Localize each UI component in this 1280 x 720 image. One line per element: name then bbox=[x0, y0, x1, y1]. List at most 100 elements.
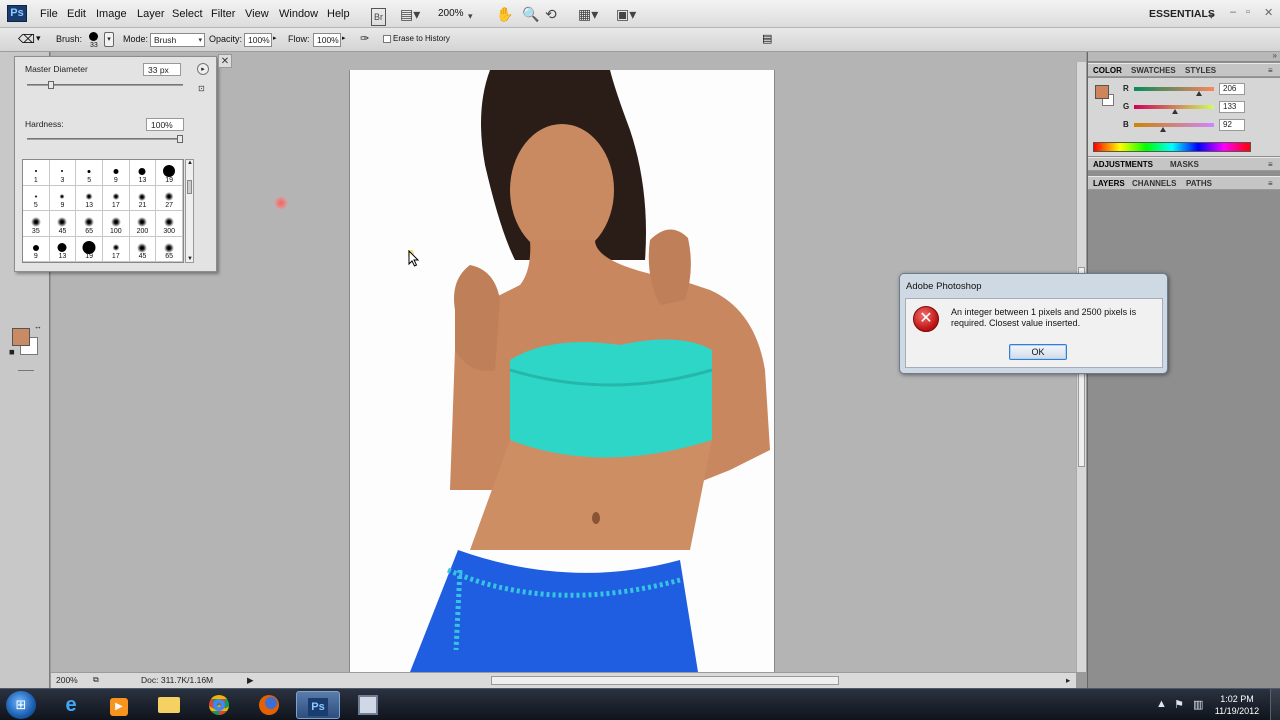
brush-preset-cell[interactable]: 13 bbox=[49, 236, 77, 262]
brush-preview-icon[interactable] bbox=[89, 32, 98, 41]
scroll-up-icon[interactable]: ▲ bbox=[187, 160, 193, 166]
menu-file[interactable]: File bbox=[40, 8, 58, 20]
close-icon[interactable]: ✕ bbox=[218, 54, 232, 68]
rotate-view-icon[interactable]: ⟲ bbox=[545, 6, 557, 22]
internet-explorer-icon[interactable]: e bbox=[49, 691, 93, 719]
color-panel-foreground-swatch[interactable] bbox=[1095, 85, 1109, 99]
brush-preset-cell[interactable]: 65 bbox=[156, 236, 183, 262]
brush-preset-cell[interactable]: 5 bbox=[76, 160, 103, 186]
view-extras-icon[interactable]: ▤▾ bbox=[400, 6, 420, 22]
default-colors-icon[interactable]: ◼ bbox=[9, 348, 15, 356]
panel-toggle-icon[interactable]: ▤ bbox=[762, 32, 772, 45]
network-icon[interactable]: ▥ bbox=[1193, 698, 1203, 711]
brush-preset-cell[interactable]: 17 bbox=[102, 185, 130, 211]
blue-input[interactable]: 92 bbox=[1219, 119, 1245, 131]
tab-layers[interactable]: LAYERS bbox=[1093, 179, 1125, 188]
movie-maker-icon[interactable] bbox=[346, 691, 390, 719]
file-explorer-icon[interactable] bbox=[147, 691, 191, 719]
flow-arrow-icon[interactable]: ▸ bbox=[342, 34, 346, 42]
zoom-level-dropdown[interactable]: 200% bbox=[438, 8, 464, 19]
tab-channels[interactable]: CHANNELS bbox=[1132, 179, 1176, 188]
color-spectrum-ramp[interactable] bbox=[1093, 142, 1251, 152]
tab-swatches[interactable]: SWATCHES bbox=[1131, 66, 1176, 75]
minimize-icon[interactable]: – bbox=[1230, 6, 1236, 18]
screen-mode-icon[interactable]: ▣▾ bbox=[616, 6, 636, 22]
horizontal-scroll-thumb[interactable] bbox=[491, 676, 839, 685]
menu-select[interactable]: Select bbox=[172, 8, 203, 20]
firefox-icon[interactable] bbox=[247, 691, 291, 719]
brush-preset-cell[interactable]: 9 bbox=[49, 185, 77, 211]
mode-select[interactable]: Brush ▾ bbox=[150, 33, 205, 47]
brush-preset-cell[interactable]: 19 bbox=[76, 236, 103, 262]
brush-preset-cell[interactable]: 17 bbox=[102, 236, 130, 262]
close-window-icon[interactable]: ✕ bbox=[1264, 6, 1273, 19]
red-slider[interactable] bbox=[1134, 87, 1214, 91]
action-center-icon[interactable]: ⚑ bbox=[1174, 698, 1184, 711]
red-slider-knob[interactable] bbox=[1196, 91, 1202, 96]
green-slider-knob[interactable] bbox=[1172, 109, 1178, 114]
layers-menu-icon[interactable]: ≡ bbox=[1268, 179, 1273, 188]
swap-colors-icon[interactable]: ↔ bbox=[34, 322, 42, 331]
airbrush-icon[interactable]: ✑ bbox=[360, 32, 369, 45]
chrome-icon[interactable] bbox=[197, 691, 241, 719]
blue-slider[interactable] bbox=[1134, 123, 1214, 127]
flow-input[interactable]: 100% bbox=[313, 33, 341, 47]
opacity-arrow-icon[interactable]: ▸ bbox=[273, 34, 277, 42]
tool-preset-arrow-icon[interactable]: ▾ bbox=[36, 33, 41, 44]
arrange-documents-icon[interactable]: ▦▾ bbox=[578, 6, 598, 22]
blue-slider-knob[interactable] bbox=[1160, 127, 1166, 132]
media-player-icon[interactable]: ▶ bbox=[97, 691, 141, 719]
menu-edit[interactable]: Edit bbox=[67, 8, 86, 20]
bridge-button[interactable]: Br bbox=[371, 8, 386, 26]
brush-preset-cell[interactable]: 9 bbox=[102, 160, 130, 186]
hardness-knob[interactable] bbox=[177, 135, 183, 143]
brush-preset-cell[interactable]: 5 bbox=[23, 185, 50, 211]
master-diameter-knob[interactable] bbox=[48, 81, 54, 89]
brush-preset-cell[interactable]: 3 bbox=[49, 160, 77, 186]
brush-presets-scrollbar[interactable]: ▲ ▼ bbox=[185, 159, 194, 263]
brush-preset-cell[interactable]: 65 bbox=[76, 211, 103, 237]
save-brush-icon[interactable]: ⊡ bbox=[198, 84, 205, 93]
photoshop-taskbar-button[interactable]: Ps bbox=[296, 691, 340, 719]
menu-image[interactable]: Image bbox=[96, 8, 127, 20]
hand-tool-icon[interactable]: ✋ bbox=[496, 6, 513, 22]
collapse-panels-icon[interactable]: » bbox=[1273, 51, 1277, 60]
brush-preset-cell[interactable]: 1 bbox=[23, 160, 50, 186]
menu-help[interactable]: Help bbox=[327, 8, 350, 20]
image-canvas[interactable] bbox=[349, 70, 775, 672]
opacity-input[interactable]: 100% bbox=[244, 33, 272, 47]
menu-layer[interactable]: Layer bbox=[137, 8, 165, 20]
hardness-slider[interactable] bbox=[27, 138, 183, 140]
menu-view[interactable]: View bbox=[245, 8, 269, 20]
brush-preset-cell[interactable]: 45 bbox=[49, 211, 77, 237]
show-desktop-button[interactable] bbox=[1270, 689, 1280, 720]
brush-preset-cell[interactable]: 27 bbox=[156, 185, 183, 211]
brush-preset-cell[interactable]: 300 bbox=[156, 211, 183, 237]
tab-paths[interactable]: PATHS bbox=[1186, 179, 1212, 188]
status-zoom-field[interactable]: 200% bbox=[56, 675, 78, 685]
panel-menu-icon[interactable]: ≡ bbox=[1268, 66, 1273, 75]
workspace-dropdown-arrow-icon[interactable]: ▾ bbox=[1209, 8, 1214, 24]
show-hidden-icons-icon[interactable]: ▲ bbox=[1156, 698, 1167, 710]
restore-icon[interactable]: ▫ bbox=[1246, 6, 1250, 18]
menu-filter[interactable]: Filter bbox=[211, 8, 235, 20]
scroll-right-arrow-icon[interactable]: ▸ bbox=[1066, 675, 1070, 686]
red-input[interactable]: 206 bbox=[1219, 83, 1245, 95]
picker-menu-icon[interactable]: ▸ bbox=[197, 63, 209, 75]
brush-preset-cell[interactable]: 21 bbox=[129, 185, 157, 211]
eraser-tool-icon[interactable]: ⌫ bbox=[18, 32, 35, 46]
photoshop-logo[interactable]: Ps bbox=[7, 5, 27, 22]
start-button[interactable]: ⊞ bbox=[6, 691, 36, 719]
ok-button[interactable]: OK bbox=[1009, 344, 1067, 360]
foreground-color-swatch[interactable] bbox=[12, 328, 30, 346]
brush-preset-cell[interactable]: 200 bbox=[129, 211, 157, 237]
master-diameter-input[interactable]: 33 px bbox=[143, 63, 181, 76]
brush-preset-cell[interactable]: 35 bbox=[23, 211, 50, 237]
adjustments-menu-icon[interactable]: ≡ bbox=[1268, 160, 1273, 169]
brush-scroll-thumb[interactable] bbox=[187, 180, 192, 194]
brush-preset-cell[interactable]: 13 bbox=[76, 185, 103, 211]
workspace-switcher[interactable]: ESSENTIALS bbox=[1149, 8, 1215, 20]
tab-styles[interactable]: STYLES bbox=[1185, 66, 1216, 75]
tab-adjustments[interactable]: ADJUSTMENTS bbox=[1093, 160, 1153, 169]
brush-preset-cell[interactable]: 19 bbox=[156, 160, 183, 186]
